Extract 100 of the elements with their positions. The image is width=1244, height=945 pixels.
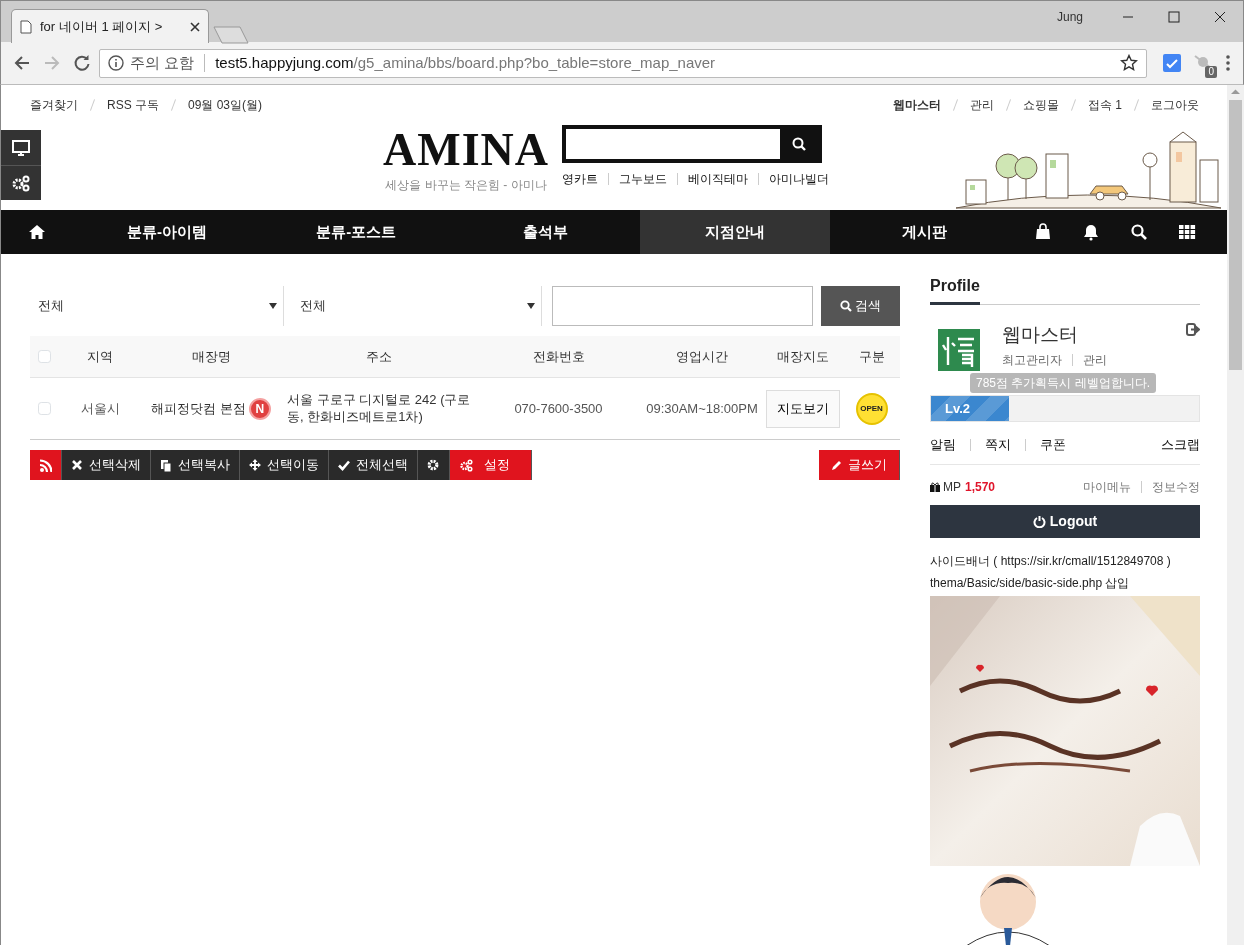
settings-button[interactable]: [418, 450, 450, 480]
member-link[interactable]: 쪽지: [985, 435, 1011, 455]
column-header: 매장명: [190, 347, 232, 366]
pencil-icon: [831, 459, 843, 471]
settings-button[interactable]: [1, 165, 41, 200]
home-icon: [27, 224, 46, 240]
select-all-checkbox[interactable]: [38, 350, 51, 363]
logout-button[interactable]: [1186, 323, 1200, 336]
browser-tab[interactable]: for 네이버 1 페이지 >: [11, 9, 209, 43]
nav-tab[interactable]: 분류-포스트: [261, 210, 451, 254]
top-link[interactable]: 관리: [970, 96, 994, 114]
move-button[interactable]: 선택이동: [240, 450, 329, 480]
check-icon: [1163, 54, 1181, 72]
map-button[interactable]: 지도보기: [766, 389, 840, 428]
check-icon: [338, 458, 351, 472]
top-link[interactable]: 웹마스터: [893, 96, 941, 114]
gear-icon: [427, 458, 440, 472]
bag-icon: [1034, 223, 1052, 241]
gift-icon: [930, 481, 940, 492]
caret-icon: [269, 303, 277, 309]
member-link[interactable]: 쿠폰: [1040, 435, 1066, 455]
nav-tab[interactable]: 분류-아이템: [72, 210, 262, 254]
top-link[interactable]: 접속 1: [1088, 96, 1122, 114]
column-header: 주소: [364, 347, 393, 366]
tab-title: for 네이버 1 페이지 >: [40, 17, 164, 36]
maximize-icon: [1168, 11, 1180, 23]
monitor-icon: [12, 139, 30, 156]
delete-button[interactable]: 선택삭제: [62, 450, 151, 480]
search-icon: [792, 137, 806, 151]
top-link[interactable]: RSS 구독: [107, 96, 159, 114]
settings-button[interactable]: 설정: [450, 450, 532, 480]
header-link[interactable]: 베이직테마: [688, 169, 748, 188]
edit-profile-link[interactable]: 정보수정: [1152, 477, 1200, 496]
member-link[interactable]: 알림: [930, 435, 956, 455]
logout-button[interactable]: Logout: [930, 504, 1200, 538]
power-icon: [1032, 514, 1046, 528]
my-menu-link[interactable]: 마이메뉴: [1083, 477, 1131, 496]
gears-icon: [460, 458, 473, 472]
close-icon: [71, 458, 84, 472]
header-link[interactable]: 영카트: [562, 169, 598, 188]
search-input[interactable]: [552, 286, 813, 326]
reload-icon: [73, 54, 91, 72]
rss-button[interactable]: [30, 450, 62, 480]
search-button[interactable]: 검색: [821, 286, 900, 326]
user-role: 최고관리자: [1002, 351, 1062, 369]
extension-button[interactable]: 0: [1189, 50, 1217, 76]
row-checkbox[interactable]: [38, 402, 51, 415]
grid-icon: [1178, 223, 1196, 241]
admin-link[interactable]: 관리: [1083, 350, 1107, 369]
url-text: test5.happyjung.com/g5_amina/bbs/board.php?bo_table=store_map_naver: [215, 52, 716, 73]
star-icon[interactable]: [1120, 54, 1138, 72]
nav-tab[interactable]: 지점안내: [640, 210, 830, 254]
top-link[interactable]: 09월 03일(월): [188, 96, 263, 114]
menu-icon: [1225, 54, 1231, 72]
sidebar-title: Profile: [930, 274, 980, 305]
nav-tab[interactable]: 출석부: [450, 210, 641, 254]
new-badge: N: [248, 397, 271, 420]
close-icon[interactable]: [190, 21, 200, 32]
table-cell-text: 09:30AM~18:00PM: [645, 399, 759, 418]
select-all-button[interactable]: 전체선택: [329, 450, 418, 480]
badge-count: 0: [1205, 66, 1217, 78]
level-tooltip: 785점 추가획득시 레벨업합니다.: [970, 373, 1157, 393]
caret-icon: [527, 303, 535, 309]
header-link[interactable]: 그누보드: [619, 169, 667, 188]
desktop-button[interactable]: [1, 130, 41, 165]
site-logo[interactable]: AMINA: [383, 127, 549, 173]
copy-button[interactable]: 선택복사: [151, 450, 240, 480]
profile-name[interactable]: Jung: [1056, 8, 1083, 26]
write-button[interactable]: 글쓰기: [819, 450, 900, 480]
header-link[interactable]: 아미나빌더: [769, 169, 829, 188]
column-header: 매장지도: [776, 347, 830, 366]
address-bar[interactable]: 주의 요함 test5.happyjung.com/g5_amina/bbs/board.php?bo_table=store_map_naver: [99, 48, 1147, 78]
top-link[interactable]: 즐겨찾기: [30, 96, 78, 114]
status-badge: OPEN: [855, 392, 888, 425]
table-cell-text: 서울 구로구 디지털로 242 (구로동, 한화비즈메트로1차): [286, 391, 472, 426]
back-icon: [13, 54, 31, 72]
rss-icon: [39, 458, 52, 472]
store-name-link[interactable]: 해피정닷컴 본점: [151, 398, 246, 419]
tagline: 세상을 바꾸는 작은힘 - 아미나: [385, 177, 547, 195]
search-icon: [1130, 223, 1148, 241]
scrollbar-thumb[interactable]: [1229, 100, 1242, 370]
nav-tab[interactable]: 게시판: [829, 210, 1019, 254]
table-cell-text: 서울시: [79, 399, 121, 418]
copy-icon: [160, 458, 173, 472]
column-header: 전화번호: [531, 347, 586, 366]
search-icon: [840, 300, 852, 312]
banner-caption: thema/Basic/side/basic-side.php 삽입: [930, 574, 1131, 592]
forward-icon: [43, 54, 61, 72]
column-header: 구분: [857, 347, 886, 366]
member-link[interactable]: 스크랩: [1161, 435, 1200, 455]
table-cell-text: 070-7600-3500: [513, 399, 604, 418]
banner-caption: 사이드배너 ( https://sir.kr/cmall/1512849708 ): [930, 552, 1172, 570]
search-field[interactable]: [562, 125, 822, 163]
security-label: 주의 요함: [130, 52, 195, 73]
top-link[interactable]: 쇼핑몰: [1023, 96, 1059, 114]
close-icon: [1214, 11, 1226, 23]
top-link[interactable]: 로그아웃: [1151, 96, 1199, 114]
info-icon: [108, 55, 124, 71]
points-value: 1,570: [965, 478, 996, 496]
sign-out-icon: [1186, 323, 1200, 336]
